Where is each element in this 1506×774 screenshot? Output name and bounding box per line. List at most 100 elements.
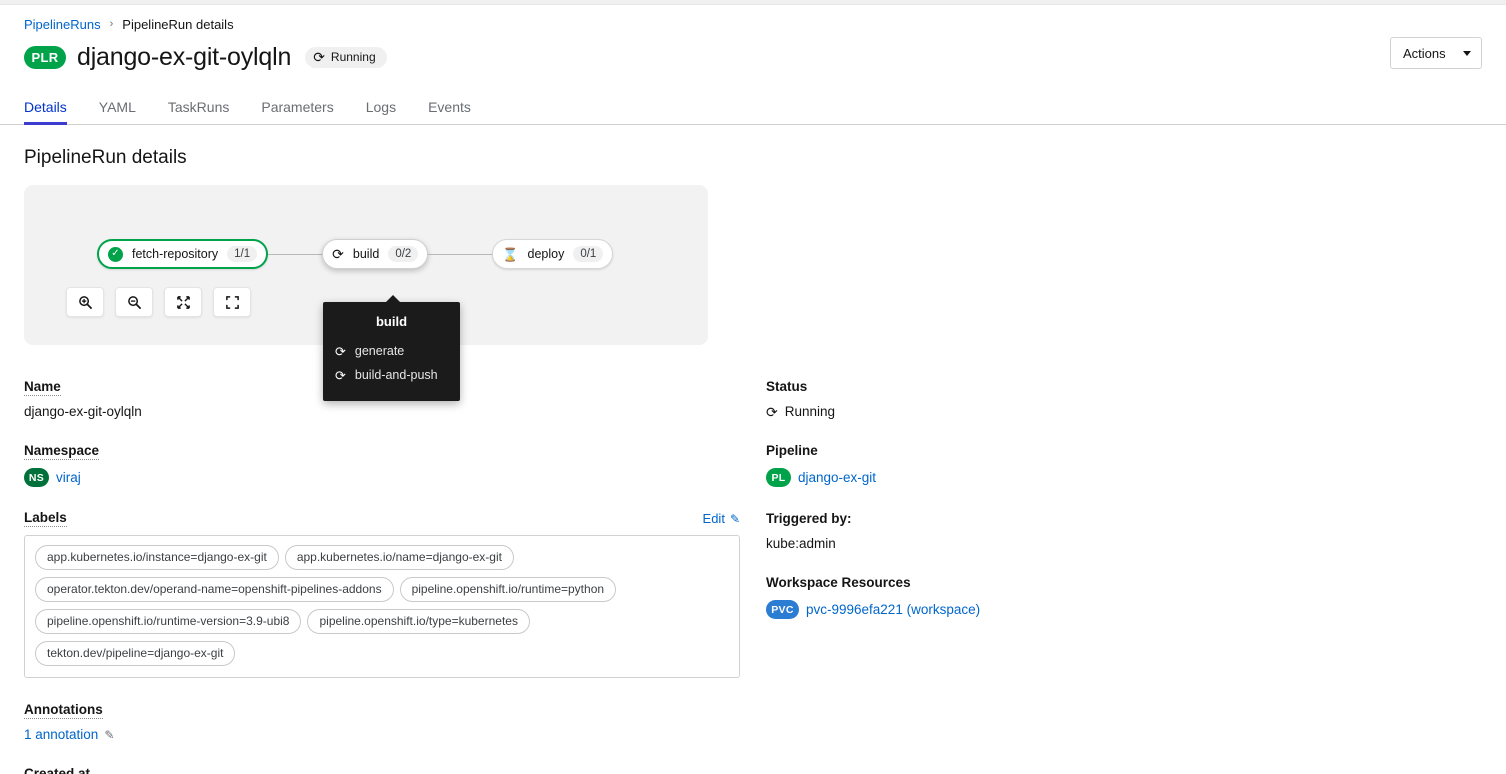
- zoom-out-icon: [127, 295, 142, 310]
- namespace-value-row[interactable]: NS viraj: [24, 468, 740, 487]
- pipeline-connector: [268, 254, 322, 255]
- label-chip[interactable]: pipeline.openshift.io/runtime-version=3.…: [35, 609, 301, 634]
- tooltip-title: build: [323, 314, 460, 339]
- field-labels-label: Labels: [24, 510, 67, 527]
- label-chip[interactable]: app.kubernetes.io/name=django-ex-git: [285, 545, 514, 570]
- zoom-in-icon: [78, 295, 93, 310]
- tooltip-task-generate: ⟳ generate: [323, 339, 460, 363]
- tab-bar: Details YAML TaskRuns Parameters Logs Ev…: [0, 87, 1506, 125]
- tooltip-task-label: build-and-push: [355, 368, 438, 382]
- status-value-row: ⟳ Running: [766, 404, 1366, 419]
- graph-controls: [66, 287, 251, 317]
- breadcrumb: PipelineRuns › PipelineRun details: [0, 5, 1506, 31]
- pvc-link[interactable]: pvc-9996efa221 (workspace): [806, 602, 980, 617]
- resource-kind-badge: PLR: [24, 46, 66, 69]
- label-chip[interactable]: app.kubernetes.io/instance=django-ex-git: [35, 545, 279, 570]
- field-annotations: Annotations 1 annotation ✎: [24, 701, 740, 742]
- fit-to-screen-button[interactable]: [213, 287, 251, 317]
- edit-labels-label: Edit: [703, 511, 725, 526]
- pipeline-node-fetch-repository[interactable]: ✓ fetch-repository 1/1: [97, 239, 268, 269]
- status-badge-label: Running: [331, 50, 376, 64]
- tab-details[interactable]: Details: [24, 99, 83, 124]
- chevron-down-icon: [1463, 51, 1471, 56]
- sync-icon: ⟳: [335, 369, 346, 382]
- page-header: PLR django-ex-git-oylqln ⟳ Running Actio…: [0, 31, 1506, 77]
- field-pipeline-label: Pipeline: [766, 443, 818, 459]
- field-labels: Labels Edit ✎ app.kubernetes.io/instance…: [24, 510, 740, 678]
- pipeline-node-label: fetch-repository: [132, 247, 218, 261]
- field-namespace: Namespace NS viraj: [24, 442, 740, 487]
- pencil-icon: ✎: [730, 512, 740, 526]
- reset-view-button[interactable]: [164, 287, 202, 317]
- pipeline-node-count: 0/2: [388, 246, 418, 262]
- labels-list: app.kubernetes.io/instance=django-ex-git…: [24, 535, 740, 678]
- field-name-value: django-ex-git-oylqln: [24, 404, 740, 419]
- actions-button[interactable]: Actions: [1390, 37, 1482, 69]
- pipeline-connector: [428, 254, 492, 255]
- sync-icon: ⟳: [766, 405, 778, 419]
- zoom-in-button[interactable]: [66, 287, 104, 317]
- pipeline-node-deploy[interactable]: ⌛ deploy 0/1: [492, 239, 613, 269]
- workspace-value-row[interactable]: PVC pvc-9996efa221 (workspace): [766, 600, 1366, 619]
- page-title: django-ex-git-oylqln: [77, 43, 291, 72]
- field-workspace-resources: Workspace Resources PVC pvc-9996efa221 (…: [766, 574, 1366, 619]
- zoom-out-button[interactable]: [115, 287, 153, 317]
- actions-button-label: Actions: [1403, 46, 1446, 61]
- triggered-by-value: kube:admin: [766, 536, 1366, 551]
- tab-events[interactable]: Events: [412, 99, 487, 124]
- fit-screen-icon: [225, 295, 240, 310]
- field-workspace-resources-label: Workspace Resources: [766, 575, 911, 591]
- breadcrumb-link-pipelineruns[interactable]: PipelineRuns: [24, 17, 101, 32]
- namespace-badge: NS: [24, 468, 49, 487]
- pipeline-node-count: 1/1: [227, 246, 257, 262]
- annotations-link[interactable]: 1 annotation: [24, 727, 98, 742]
- pipeline-nodes-row: ✓ fetch-repository 1/1 ⟳ build 0/2 ⌛ dep…: [24, 239, 708, 269]
- label-chip[interactable]: pipeline.openshift.io/type=kubernetes: [307, 609, 529, 634]
- sync-icon: ⟳: [313, 50, 325, 64]
- status-badge: ⟳ Running: [305, 47, 386, 68]
- field-name-label: Name: [24, 379, 61, 396]
- field-status: Status ⟳ Running: [766, 378, 1366, 419]
- pipeline-node-count: 0/1: [573, 246, 603, 262]
- breadcrumb-current: PipelineRun details: [122, 17, 233, 32]
- field-status-label: Status: [766, 379, 807, 395]
- details-left-column: Name django-ex-git-oylqln Namespace NS v…: [24, 378, 740, 774]
- pipeline-node-build[interactable]: ⟳ build 0/2: [322, 239, 428, 269]
- pipeline-value-row[interactable]: PL django-ex-git: [766, 468, 1366, 487]
- annotations-value-row[interactable]: 1 annotation ✎: [24, 727, 740, 742]
- edit-labels-button[interactable]: Edit ✎: [703, 511, 740, 526]
- pencil-icon[interactable]: ✎: [104, 728, 114, 742]
- field-created-at-label: Created at: [24, 766, 90, 774]
- pipeline-kind-badge: PL: [766, 468, 791, 487]
- tooltip-task-label: generate: [355, 344, 404, 358]
- pipeline-node-label: build: [353, 247, 379, 261]
- pipelinerun-details-page: PipelineRuns › PipelineRun details PLR d…: [0, 0, 1506, 774]
- details-right-column: Status ⟳ Running Pipeline PL django-ex-g…: [766, 378, 1366, 642]
- label-chip[interactable]: operator.tekton.dev/operand-name=openshi…: [35, 577, 394, 602]
- tab-taskruns[interactable]: TaskRuns: [152, 99, 245, 124]
- tab-logs[interactable]: Logs: [350, 99, 412, 124]
- namespace-link[interactable]: viraj: [56, 470, 81, 485]
- pipeline-node-label: deploy: [528, 247, 565, 261]
- tooltip-task-build-and-push: ⟳ build-and-push: [323, 363, 460, 387]
- tab-yaml[interactable]: YAML: [83, 99, 152, 124]
- field-triggered-by-label: Triggered by:: [766, 511, 852, 527]
- status-value: Running: [785, 404, 835, 419]
- labels-header: Labels Edit ✎: [24, 510, 740, 527]
- field-namespace-label: Namespace: [24, 443, 99, 460]
- pipeline-node-tooltip: build ⟳ generate ⟳ build-and-push: [323, 302, 460, 401]
- hourglass-icon: ⌛: [502, 248, 518, 261]
- sync-icon: ⟳: [335, 345, 346, 358]
- field-triggered-by: Triggered by: kube:admin: [766, 510, 1366, 551]
- label-chip[interactable]: tekton.dev/pipeline=django-ex-git: [35, 641, 235, 666]
- pipeline-graph-wrapper: ✓ fetch-repository 1/1 ⟳ build 0/2 ⌛ dep…: [0, 169, 1506, 345]
- field-annotations-label: Annotations: [24, 702, 103, 719]
- check-circle-icon: ✓: [108, 247, 123, 262]
- pipeline-link[interactable]: django-ex-git: [798, 470, 876, 485]
- expand-arrows-icon: [176, 295, 191, 310]
- tab-parameters[interactable]: Parameters: [245, 99, 349, 124]
- field-pipeline: Pipeline PL django-ex-git: [766, 442, 1366, 487]
- label-chip[interactable]: pipeline.openshift.io/runtime=python: [400, 577, 616, 602]
- field-created-at: Created at 🌐 6 Oct 2022, 14:25: [24, 765, 740, 774]
- tooltip-arrow: [385, 295, 401, 303]
